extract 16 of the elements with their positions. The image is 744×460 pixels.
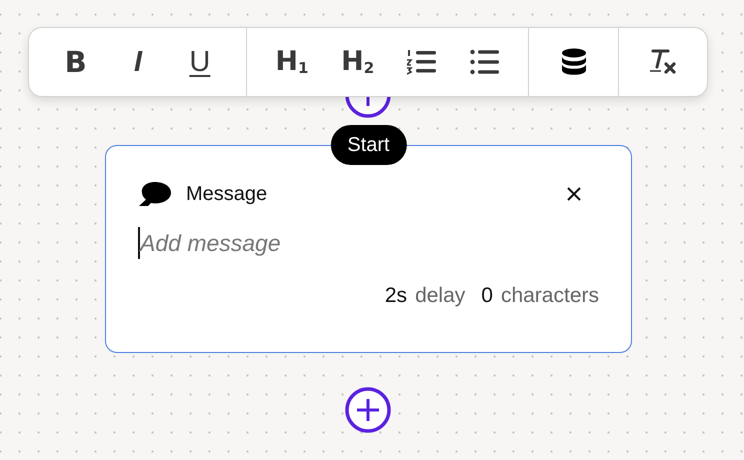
delay-value: 2s <box>384 284 408 308</box>
card-title: Message <box>186 182 268 206</box>
delay-label: delay <box>415 284 466 308</box>
underline-button[interactable]: U <box>183 44 216 80</box>
close-icon[interactable] <box>566 186 582 202</box>
start-badge: Start <box>330 125 407 165</box>
add-step-icon[interactable] <box>344 97 392 119</box>
heading-button[interactable]: H$_{1}$ <box>269 44 314 80</box>
message-input[interactable]: Add message <box>138 226 599 260</box>
speech-bubble-icon <box>138 181 172 207</box>
add-step-icon[interactable] <box>344 386 392 434</box>
italic-button[interactable]: I <box>128 44 148 80</box>
characters-label: characters <box>500 284 599 308</box>
character-count: 0 <box>481 284 493 308</box>
bold-button[interactable]: B <box>58 44 93 80</box>
heading-button[interactable]: H$_{2}$ <box>335 44 380 80</box>
